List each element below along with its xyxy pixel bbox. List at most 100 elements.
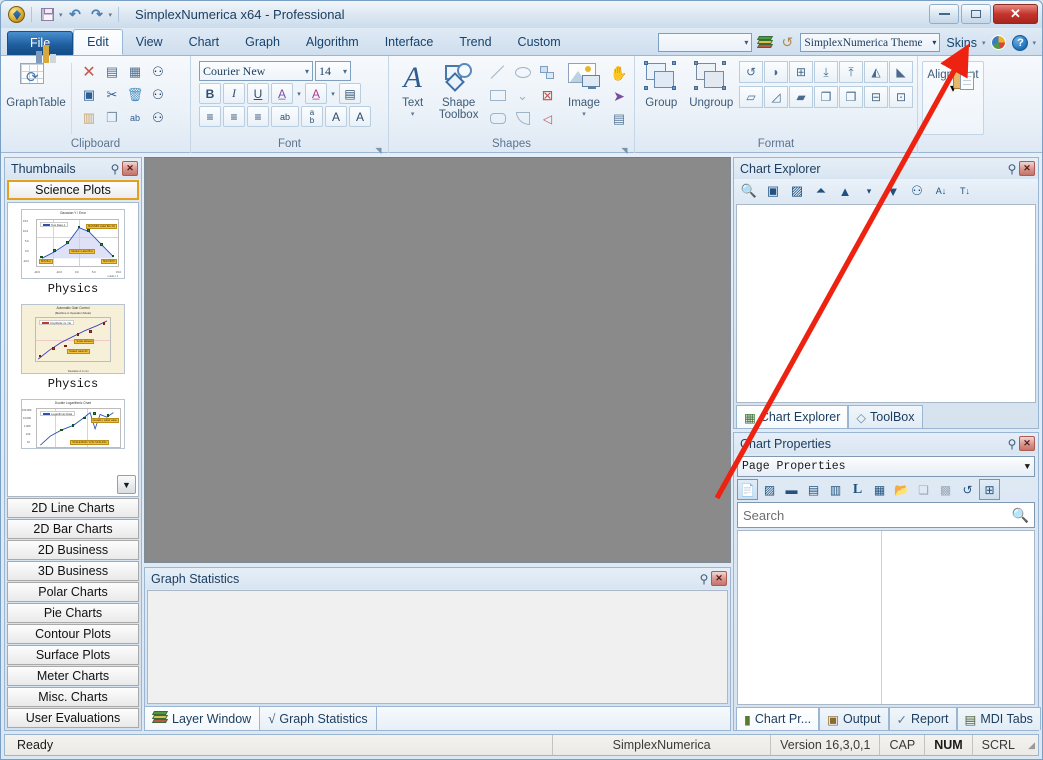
paste-icon[interactable]: ▥: [78, 107, 100, 129]
bold-button[interactable]: B: [199, 83, 221, 104]
highlight-color-button[interactable]: A̲: [305, 83, 327, 104]
ribbon-tab-interface[interactable]: Interface: [372, 29, 447, 55]
fit-window-icon[interactable]: ▣: [762, 181, 784, 201]
select-pointer-icon[interactable]: ➤: [608, 85, 630, 107]
tab-graph-statistics[interactable]: √ Graph Statistics: [260, 707, 377, 730]
sidebar-item-polar-charts[interactable]: Polar Charts: [7, 582, 139, 602]
sidebar-item-3d-business[interactable]: 3D Business: [7, 561, 139, 581]
tab-output[interactable]: ▣ Output: [819, 707, 889, 730]
undo-icon[interactable]: ↶: [66, 5, 85, 24]
send-back-icon[interactable]: ❒: [839, 86, 863, 108]
resize-grip-icon[interactable]: ◢: [1024, 740, 1038, 751]
grow-font-button[interactable]: A: [325, 106, 347, 127]
property-category-combo[interactable]: Page Properties ▼: [737, 456, 1035, 477]
highlight-color-dropdown-icon[interactable]: ▾: [329, 90, 337, 98]
sidebar-item-surface-plots[interactable]: Surface Plots: [7, 645, 139, 665]
theme-combo[interactable]: SimplexNumerica Theme ▾: [800, 33, 941, 52]
calculator-icon[interactable]: ▩: [935, 479, 956, 500]
skins-dropdown-icon[interactable]: ▾: [982, 39, 986, 47]
trapezoid-icon[interactable]: ◿: [764, 86, 788, 108]
redo-icon[interactable]: ↷: [88, 5, 107, 24]
sidebar-item-2d-bar-charts[interactable]: 2D Bar Charts: [7, 519, 139, 539]
data-table-icon[interactable]: ▦: [869, 479, 890, 500]
ribbon-tab-chart[interactable]: Chart: [176, 29, 233, 55]
graph-statistics-content[interactable]: [147, 590, 728, 704]
font-name-combo[interactable]: Courier New ▾: [199, 61, 313, 81]
open-folder-icon[interactable]: 📂: [891, 479, 912, 500]
close-icon[interactable]: ✕: [1019, 161, 1035, 176]
underline-button[interactable]: U: [247, 83, 269, 104]
color-palette-icon[interactable]: [989, 34, 1007, 52]
polygon-shape-icon[interactable]: ◁: [535, 107, 560, 130]
rectangle-shape-icon[interactable]: [485, 84, 510, 107]
line-shape-icon[interactable]: [485, 61, 510, 84]
align-left-button[interactable]: ≡: [199, 106, 221, 127]
sidebar-item-2d-business[interactable]: 2D Business: [7, 540, 139, 560]
lock-icon[interactable]: ▣: [78, 84, 100, 106]
sort-ta-icon[interactable]: T↓: [954, 181, 976, 201]
select-all-icon[interactable]: ▤: [101, 61, 123, 83]
close-icon[interactable]: ✕: [122, 161, 138, 176]
flip-down-icon[interactable]: ⤓: [814, 61, 838, 83]
align-right-button[interactable]: ≡: [247, 106, 269, 127]
chart-props-icon[interactable]: ▨: [759, 479, 780, 500]
tab-chart-explorer[interactable]: ▦ Chart Explorer: [736, 405, 849, 428]
restore-button[interactable]: [961, 4, 991, 24]
bring-forward-icon[interactable]: ⊟: [864, 86, 888, 108]
rounded-rect-shape-icon[interactable]: [485, 107, 510, 130]
delete-x-icon[interactable]: ✕: [78, 61, 100, 83]
list-item[interactable]: Automatic Gain Control (Machine in Opera…: [8, 298, 138, 393]
font-dialog-launcher-icon[interactable]: ◥: [374, 142, 383, 155]
chart-explorer-tree[interactable]: [736, 204, 1036, 403]
customize-qat-icon[interactable]: ▾: [109, 11, 113, 19]
italic-button[interactable]: I: [223, 83, 245, 104]
ribbon-tab-graph[interactable]: Graph: [232, 29, 293, 55]
app-orb-icon[interactable]: [8, 6, 25, 23]
graph-table-button[interactable]: ⟳ GraphTable: [5, 45, 67, 109]
undo-history-icon[interactable]: ↺: [778, 34, 796, 52]
list-item[interactable]: Double Logarithmic Chart Logarithmic Dat…: [8, 393, 138, 451]
attach-icon[interactable]: ❏: [913, 479, 934, 500]
image-dropdown-icon[interactable]: ▾: [582, 110, 586, 118]
trash-icon[interactable]: 🗑: [124, 84, 146, 106]
move-down-small-icon[interactable]: ▾: [858, 181, 880, 201]
text-horizontal-button[interactable]: ab: [271, 106, 299, 127]
shape-toolbox-button[interactable]: Shape Toolbox: [434, 61, 483, 121]
ribbon-tab-view[interactable]: View: [123, 29, 176, 55]
font-color-button[interactable]: A̲: [271, 83, 293, 104]
chart-view-icon[interactable]: ▨: [786, 181, 808, 201]
chevron-down-icon[interactable]: ▼: [117, 475, 136, 494]
bring-front-icon[interactable]: ❐: [814, 86, 838, 108]
move-up-icon[interactable]: ▲: [834, 181, 856, 201]
save-dropdown-icon[interactable]: ▾: [59, 11, 63, 19]
send-backward-icon[interactable]: ⊡: [889, 86, 913, 108]
pin-icon[interactable]: ⚲: [1005, 162, 1019, 176]
rotate-icon[interactable]: ↺: [739, 61, 763, 83]
find-icon[interactable]: ⚇: [147, 61, 169, 83]
pin-icon[interactable]: ⚲: [108, 162, 122, 176]
replace-ab-ac-icon[interactable]: ab: [124, 107, 146, 129]
legend-props-icon[interactable]: ▬: [781, 479, 802, 500]
align-center-button[interactable]: ≡: [223, 106, 245, 127]
text-button[interactable]: A Text ▾: [393, 61, 432, 119]
delete-shape-icon[interactable]: ⊠: [535, 84, 560, 107]
curve-shape-icon[interactable]: ⌄: [510, 84, 535, 107]
search-input[interactable]: [743, 507, 1012, 523]
tab-report[interactable]: ✓ Report: [888, 707, 957, 730]
skins-label[interactable]: Skins: [944, 36, 979, 50]
flip-up-icon[interactable]: ⤒: [839, 61, 863, 83]
text-vertical-button[interactable]: ab: [301, 106, 323, 127]
pin-icon[interactable]: ⚲: [1005, 437, 1019, 451]
ellipse-shape-icon[interactable]: [510, 61, 535, 84]
axis-props-icon[interactable]: ▥: [825, 479, 846, 500]
style-combo[interactable]: ▾: [658, 33, 753, 52]
mirror-icon[interactable]: ◭: [864, 61, 888, 83]
skew-icon[interactable]: ▱: [739, 86, 763, 108]
find-previous-icon[interactable]: ⚇: [147, 107, 169, 129]
thumbnail-list[interactable]: Gaussian Y / Error Test Data 1 MAX/MIN L…: [7, 202, 139, 497]
ribbon-tab-edit[interactable]: Edit: [73, 29, 123, 55]
binoculars-icon[interactable]: ⚇: [906, 181, 928, 201]
alignment-button[interactable]: Alignment ▾: [922, 61, 984, 135]
connector-icon[interactable]: ⊞: [789, 61, 813, 83]
new-page-icon[interactable]: 📄: [737, 479, 758, 500]
